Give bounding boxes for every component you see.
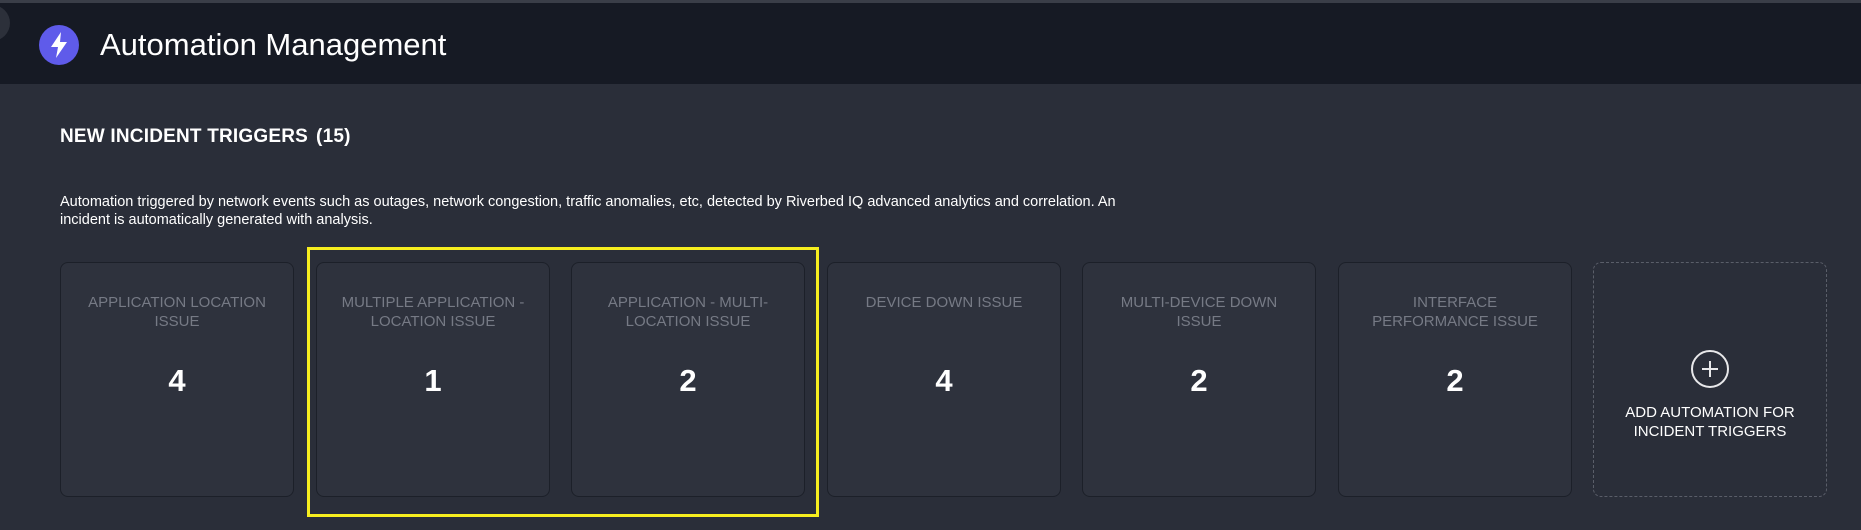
trigger-card-application-location[interactable]: APPLICATION LOCATION ISSUE 4 [60, 262, 294, 497]
card-count: 2 [679, 363, 697, 398]
section-title: NEW INCIDENT TRIGGERS (15) [60, 126, 351, 148]
add-automation-label: ADD AUTOMATION FOR INCIDENT TRIGGERS [1625, 404, 1795, 440]
card-count: 2 [1190, 363, 1208, 398]
card-label: MULTI-DEVICE DOWN ISSUE [1120, 294, 1278, 330]
card-label: MULTIPLE APPLICATION - LOCATION ISSUE [341, 294, 525, 330]
automation-management-page: Automation Management NEW INCIDENT TRIGG… [0, 0, 1861, 530]
card-count: 4 [935, 363, 953, 398]
section-count: (15) [316, 126, 351, 147]
top-bar: Automation Management [0, 0, 1861, 84]
section-title-text: NEW INCIDENT TRIGGERS [60, 126, 309, 147]
trigger-card-multiple-application-location[interactable]: MULTIPLE APPLICATION - LOCATION ISSUE 1 [316, 262, 550, 497]
app-title: Automation Management [100, 27, 447, 62]
card-count: 2 [1446, 363, 1464, 398]
trigger-card-interface-performance[interactable]: INTERFACE PERFORMANCE ISSUE 2 [1338, 262, 1572, 497]
section-description: Automation triggered by network events s… [60, 194, 1116, 228]
sidebar-toggle-tab[interactable] [0, 5, 10, 41]
add-automation-card[interactable]: ADD AUTOMATION FOR INCIDENT TRIGGERS [1593, 262, 1827, 497]
plus-circle-icon [1691, 350, 1729, 388]
trigger-card-application-multi-location[interactable]: APPLICATION - MULTI-LOCATION ISSUE 2 [571, 262, 805, 497]
card-label: INTERFACE PERFORMANCE ISSUE [1372, 294, 1538, 330]
card-count: 4 [168, 363, 186, 398]
card-label: DEVICE DOWN ISSUE [865, 294, 1023, 311]
card-label: APPLICATION - MULTI-LOCATION ISSUE [607, 294, 769, 330]
lightning-bolt-icon [39, 25, 79, 65]
trigger-card-device-down[interactable]: DEVICE DOWN ISSUE 4 [827, 262, 1061, 497]
card-count: 1 [424, 363, 442, 398]
trigger-card-multi-device-down[interactable]: MULTI-DEVICE DOWN ISSUE 2 [1082, 262, 1316, 497]
card-label: APPLICATION LOCATION ISSUE [88, 294, 266, 330]
